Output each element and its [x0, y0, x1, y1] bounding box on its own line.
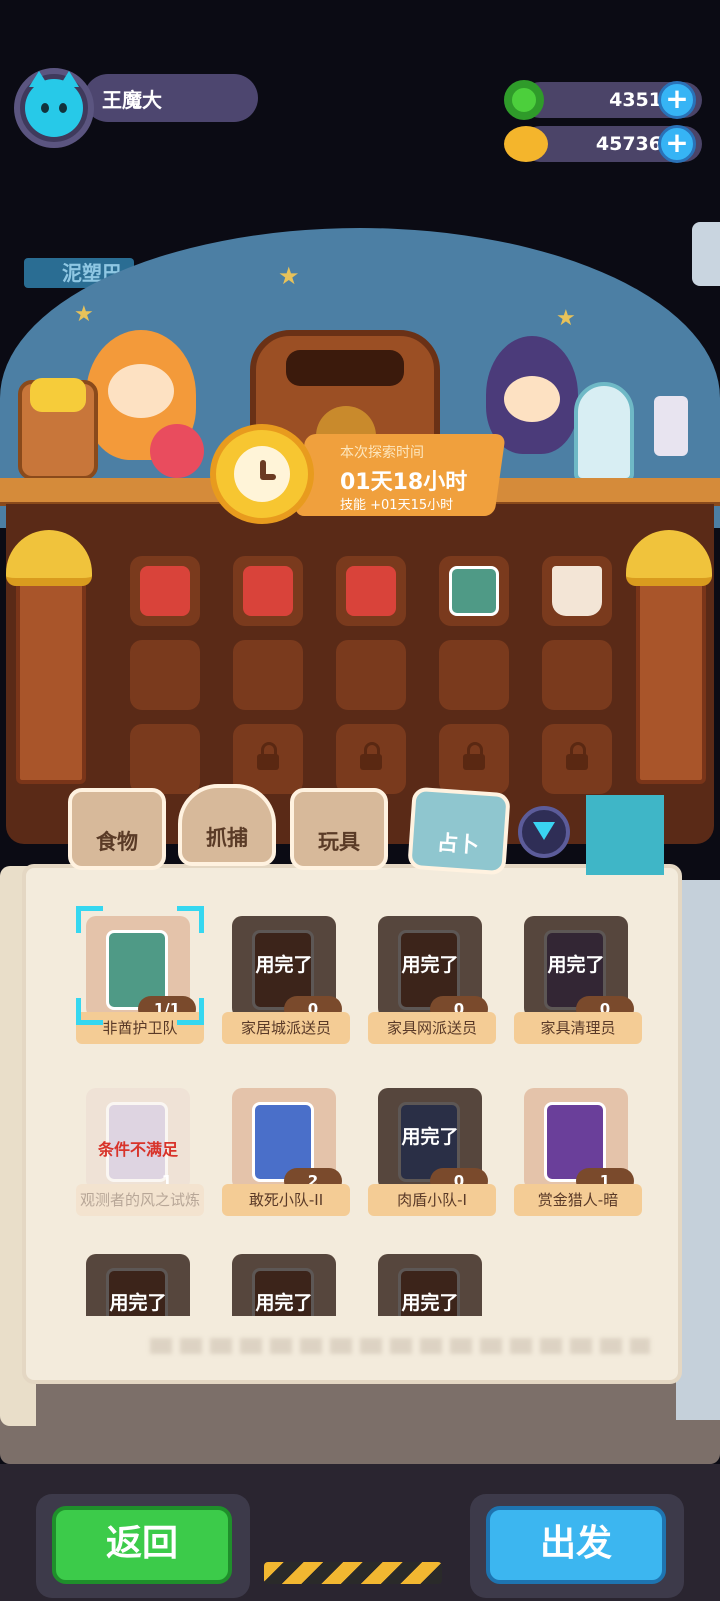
- left-banner: [16, 574, 86, 784]
- card-name: 肉盾小队-I: [368, 1184, 496, 1216]
- inventory-slot[interactable]: [439, 640, 509, 710]
- used-up-label: 用完了: [255, 1292, 313, 1314]
- card-name: 家具清理员: [514, 1012, 642, 1044]
- card-item[interactable]: 用完了 0 家居城派送员: [222, 916, 350, 1056]
- right-banner: [636, 574, 706, 784]
- green-card-icon: [449, 566, 499, 616]
- fried-chicken-bucket-icon: [552, 566, 602, 616]
- lock-icon: [463, 742, 485, 770]
- inventory-slot[interactable]: [336, 556, 406, 626]
- card-item[interactable]: 用完了: [222, 1254, 350, 1316]
- lock-icon: [566, 742, 588, 770]
- card-name: 观测者的风之试炼: [76, 1184, 204, 1216]
- card-item[interactable]: 用完了 0 肉盾小队-I: [368, 1088, 496, 1228]
- food-basket-icon: [346, 566, 396, 616]
- green-currency-bar: 4351 +: [504, 80, 714, 120]
- filter-icon[interactable]: [518, 806, 570, 858]
- player-name: 王魔大: [102, 87, 162, 112]
- locked-slot: [439, 724, 509, 794]
- share-icon[interactable]: [692, 222, 720, 286]
- inventory-slot[interactable]: [439, 556, 509, 626]
- food-basket-icon: [140, 566, 190, 616]
- player-name-pill[interactable]: 王魔大: [84, 74, 258, 122]
- hazard-stripe: [264, 1562, 442, 1584]
- tab-toys[interactable]: 玩具: [290, 788, 388, 870]
- card-item[interactable]: 1/1 非酋护卫队: [76, 906, 204, 1056]
- card-item[interactable]: 用完了: [368, 1254, 496, 1316]
- clock-icon: [210, 424, 314, 524]
- rocket-icon: [574, 382, 634, 482]
- locked-slot: [233, 724, 303, 794]
- condition-not-met-label: 条件不满足: [97, 1140, 178, 1159]
- bookmark-ribbon[interactable]: [586, 795, 664, 875]
- inventory-slot[interactable]: [542, 556, 612, 626]
- tab-capture[interactable]: 抓捕: [178, 784, 276, 866]
- locked-slot: [336, 724, 406, 794]
- inventory-slot[interactable]: [130, 556, 200, 626]
- card-item[interactable]: 1 赏金猎人-暗: [514, 1088, 642, 1228]
- card-item[interactable]: 2 敢死小队-II: [222, 1088, 350, 1228]
- avatar[interactable]: [14, 68, 94, 148]
- used-up-label: 用完了: [401, 1126, 459, 1148]
- card-row-partial: 用完了 用完了 用完了: [60, 1254, 660, 1316]
- star-icon: ★: [556, 306, 576, 331]
- potion-icon: [654, 396, 688, 456]
- tab-divination[interactable]: 占卜: [407, 786, 511, 876]
- card-item[interactable]: 条件不满足 1 观测者的风之试炼: [76, 1088, 204, 1228]
- book-right-pages: [676, 880, 720, 1420]
- timer-skill-bonus: 技能 +01天15小时: [340, 498, 454, 513]
- inventory-slot[interactable]: [233, 556, 303, 626]
- used-up-label: 用完了: [401, 954, 459, 976]
- lock-icon: [257, 742, 279, 770]
- timer-value: 01天18小时: [340, 470, 468, 495]
- used-up-label: 用完了: [547, 954, 605, 976]
- gold-planet-icon: [504, 126, 548, 162]
- back-button[interactable]: 返回: [52, 1506, 232, 1584]
- used-up-label: 用完了: [255, 954, 313, 976]
- green-donut-icon: [504, 80, 544, 120]
- food-basket-icon: [243, 566, 293, 616]
- inventory-slot[interactable]: [233, 640, 303, 710]
- sword-badge-icon[interactable]: [18, 378, 98, 480]
- add-green-currency-button[interactable]: +: [658, 81, 696, 119]
- timer-label: 本次探索时间: [340, 445, 424, 461]
- card-item[interactable]: 用完了 0 家具网派送员: [368, 916, 496, 1056]
- card-name: 敢死小队-II: [222, 1184, 350, 1216]
- book-cover: [0, 1380, 720, 1464]
- blurred-description: [150, 1338, 650, 1354]
- yarn-ball-icon: [150, 424, 204, 478]
- explore-timer: 本次探索时间 01天18小时 技能 +01天15小时: [210, 424, 510, 524]
- card-item[interactable]: 用完了: [76, 1254, 204, 1316]
- card-name: 家具网派送员: [368, 1012, 496, 1044]
- add-gold-currency-button[interactable]: +: [658, 125, 696, 163]
- star-icon: ★: [74, 302, 94, 327]
- locked-slot: [542, 724, 612, 794]
- used-up-label: 用完了: [401, 1292, 459, 1314]
- inventory-slot[interactable]: [542, 640, 612, 710]
- used-up-label: 用完了: [109, 1292, 167, 1314]
- card-name: 赏金猎人-暗: [514, 1184, 642, 1216]
- inventory-slot[interactable]: [130, 640, 200, 710]
- inventory-slot[interactable]: [336, 640, 406, 710]
- star-icon: ★: [278, 262, 300, 290]
- tab-food[interactable]: 食物: [68, 788, 166, 870]
- lock-icon: [360, 742, 382, 770]
- depart-button[interactable]: 出发: [486, 1506, 666, 1584]
- inventory-slot[interactable]: [130, 724, 200, 794]
- gold-currency-bar: 45736 +: [504, 124, 714, 164]
- card-item[interactable]: 用完了 0 家具清理员: [514, 916, 642, 1056]
- card-name: 家居城派送员: [222, 1012, 350, 1044]
- cat-avatar-icon: [25, 71, 83, 137]
